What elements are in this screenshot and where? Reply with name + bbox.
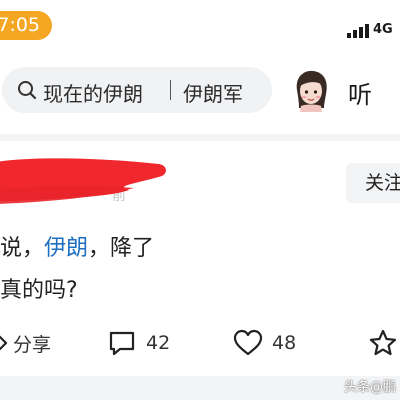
post-text-line-1: 说，伊朗，降了	[0, 228, 154, 270]
listen-button[interactable]: 听	[348, 75, 372, 110]
bottom-divider	[0, 376, 400, 400]
search-icon	[18, 81, 37, 100]
network-label: 4G	[373, 22, 393, 37]
favorite-button[interactable]	[368, 328, 398, 358]
watermark: 头条@鹏	[344, 380, 397, 395]
share-button[interactable]: 分享	[0, 328, 51, 358]
post-text-segment: 说，	[0, 236, 45, 261]
avatar[interactable]	[291, 68, 331, 112]
comment-icon	[109, 331, 135, 356]
star-icon	[369, 329, 397, 356]
like-count: 48	[272, 332, 297, 354]
share-icon	[0, 335, 8, 351]
section-divider	[0, 134, 400, 141]
comment-count: 42	[146, 332, 171, 354]
like-button[interactable]: 48	[233, 328, 296, 358]
search-divider	[170, 80, 171, 100]
status-bar: 7:05 4G	[0, 0, 400, 52]
status-time: 7:05	[0, 11, 52, 40]
post-text-line-2: 真的吗?	[0, 278, 78, 303]
post-text[interactable]: 说，伊朗，降了 真的吗?	[0, 228, 154, 312]
search-query: 现在的伊朗	[43, 82, 143, 106]
action-bar: 分享 42 48	[0, 318, 400, 368]
post-keyword-link[interactable]: 伊朗	[44, 236, 88, 261]
share-label: 分享	[13, 333, 52, 356]
post-text-segment: ，降了	[88, 236, 155, 261]
search-hot-term[interactable]: 伊朗军	[183, 78, 243, 107]
author-redaction: 前	[0, 158, 166, 204]
comment-button[interactable]: 42	[108, 328, 170, 358]
search-input[interactable]: 现在的伊朗 伊朗军	[2, 67, 272, 113]
signal-icon	[347, 24, 369, 38]
search-row: 现在的伊朗 伊朗军	[0, 52, 400, 132]
follow-button[interactable]: 关注	[346, 163, 400, 203]
heart-icon	[233, 329, 263, 356]
